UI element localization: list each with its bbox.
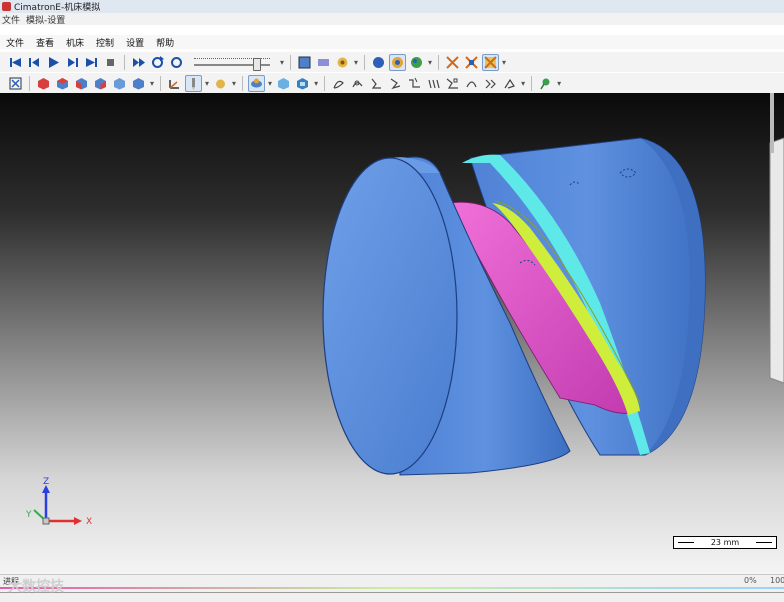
step-forward-icon[interactable] [64, 54, 81, 71]
hand-icon[interactable] [212, 75, 229, 92]
scale-bar-label: 23 mm [710, 538, 740, 547]
grid-icon-1[interactable] [444, 54, 461, 71]
axis-triad: Z X Y [25, 477, 92, 527]
machine-frame-part [769, 137, 784, 384]
menu-machine[interactable]: 机床 [60, 36, 90, 49]
dropdown-arrow-icon[interactable]: ▾ [150, 79, 154, 88]
y-axis-label: Y [25, 510, 32, 520]
separator [29, 75, 30, 91]
path-icon-3[interactable] [368, 75, 385, 92]
dropdown-arrow-icon[interactable]: ▾ [280, 58, 284, 67]
triad-origin [42, 517, 50, 525]
separator [160, 75, 162, 91]
path-icon-7[interactable] [444, 75, 461, 92]
fit-icon[interactable] [7, 75, 24, 92]
cube-left-icon[interactable] [73, 75, 90, 92]
progress-baseline [0, 592, 784, 593]
dropdown-arrow-icon[interactable]: ▾ [314, 79, 318, 88]
cube-top-icon[interactable] [54, 75, 71, 92]
pin-icon[interactable] [537, 75, 554, 92]
progress-track[interactable] [0, 587, 784, 589]
slider-thumb[interactable] [253, 58, 261, 71]
material-icon[interactable] [389, 53, 407, 71]
path-icon-8[interactable] [463, 75, 480, 92]
globe-icon[interactable] [408, 54, 425, 71]
refresh-icon[interactable] [168, 54, 185, 71]
cycle-icon[interactable] [149, 54, 166, 71]
mini-menu-path[interactable]: 模拟-设置 [26, 13, 65, 26]
skip-to-end-icon[interactable] [83, 54, 100, 71]
separator [290, 54, 292, 70]
part-icon-2[interactable] [294, 75, 311, 92]
speed-slider[interactable] [192, 55, 272, 71]
watermark-text: 大数控技 [8, 579, 64, 595]
wireframe-icon[interactable] [315, 54, 332, 71]
menu-help[interactable]: 帮助 [150, 36, 180, 49]
menu-bar: 文件 查看 机床 控制 设置 帮助 [0, 35, 784, 49]
secondary-menu: 文件 模拟-设置 [0, 13, 784, 26]
cube-back-icon[interactable] [130, 75, 147, 92]
dropdown-arrow-icon[interactable]: ▾ [521, 79, 525, 88]
sphere-icon[interactable] [370, 54, 387, 71]
path-icon-5[interactable] [406, 75, 423, 92]
cube-front-icon[interactable] [35, 75, 52, 92]
dropdown-arrow-icon[interactable]: ▾ [557, 79, 561, 88]
cube-right-icon[interactable] [92, 75, 109, 92]
progress-start-label: 0% [744, 576, 757, 585]
separator [438, 54, 440, 70]
dropdown-arrow-icon[interactable]: ▾ [205, 79, 209, 88]
view-toolbar: ▾ ▾ ▾ ▾ ▾ ▾ ▾ [0, 73, 784, 93]
x-axis-label: X [86, 517, 92, 527]
cube-iso-icon[interactable] [111, 75, 128, 92]
separator [324, 75, 326, 91]
dropdown-arrow-icon[interactable]: ▾ [502, 58, 506, 67]
playback-toolbar: ▾ ▾ ▾ ▾ [0, 52, 784, 72]
menu-view[interactable]: 查看 [30, 36, 60, 49]
separator [242, 75, 244, 91]
mini-menu-file[interactable]: 文件 [2, 13, 20, 26]
app-icon [2, 2, 11, 11]
light-icon[interactable] [248, 74, 266, 92]
separator [364, 54, 366, 70]
left-end-face [322, 157, 458, 475]
window-title: CimatronE-机床模拟 [14, 3, 101, 13]
simulation-viewport[interactable]: Z X Y [0, 93, 784, 574]
grid-icon-2[interactable] [463, 54, 480, 71]
path-icon-2[interactable] [349, 75, 366, 92]
menu-file[interactable]: 文件 [0, 36, 30, 49]
dropdown-arrow-icon[interactable]: ▾ [354, 58, 358, 67]
z-axis-label: Z [43, 477, 49, 487]
fast-forward-icon[interactable] [130, 54, 147, 71]
dropdown-arrow-icon[interactable]: ▾ [428, 58, 432, 67]
title-bar: CimatronE-机床模拟 [0, 0, 784, 13]
scene-3d: Z X Y [25, 93, 784, 527]
play-icon[interactable] [45, 54, 62, 71]
path-icon-4[interactable] [387, 75, 404, 92]
grid-icon-3[interactable] [482, 53, 500, 71]
path-icon-1[interactable] [330, 75, 347, 92]
path-icon-9[interactable] [482, 75, 499, 92]
x-axis-arrow [74, 517, 82, 525]
progress-end-label: 100% [770, 576, 784, 585]
menu-control[interactable]: 控制 [90, 36, 120, 49]
separator [531, 75, 533, 91]
menu-settings[interactable]: 设置 [120, 36, 150, 49]
dropdown-arrow-icon[interactable]: ▾ [232, 79, 236, 88]
progress-status-bar: 进程 0% 100% [0, 574, 784, 602]
shaded-icon[interactable] [296, 54, 313, 71]
scale-bar: 23 mm [673, 536, 777, 549]
step-back-icon[interactable] [26, 54, 43, 71]
axis-icon[interactable] [166, 75, 183, 92]
path-icon-10[interactable] [501, 75, 518, 92]
machine-frame-edge [770, 93, 774, 153]
stop-icon[interactable] [102, 54, 119, 71]
part-icon[interactable] [275, 75, 292, 92]
tool-view-icon[interactable] [334, 54, 351, 71]
tool-icon[interactable] [185, 74, 203, 92]
separator [124, 54, 125, 70]
dropdown-arrow-icon[interactable]: ▾ [268, 79, 272, 88]
path-icon-6[interactable] [425, 75, 442, 92]
skip-to-start-icon[interactable] [7, 54, 24, 71]
